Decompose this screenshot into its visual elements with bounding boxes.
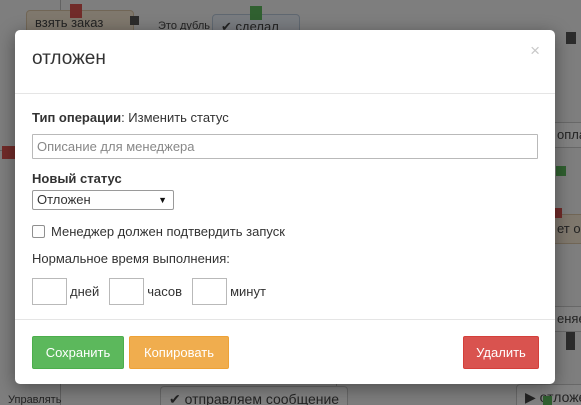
hours-unit-label: часов: [147, 284, 183, 299]
new-status-label: Новый статус: [32, 171, 122, 186]
operation-type-label: Тип операции: [32, 110, 122, 125]
close-icon[interactable]: ×: [530, 42, 540, 60]
operation-type-value: : Изменить статус: [121, 110, 229, 125]
modal-footer: Сохранить Копировать Удалить: [15, 319, 555, 384]
chevron-down-icon: ▼: [158, 195, 167, 205]
duration-row: дней часов минут: [32, 278, 276, 305]
manager-confirm-row[interactable]: Менеджер должен подтвердить запуск: [32, 224, 285, 239]
manager-confirm-label: Менеджер должен подтвердить запуск: [51, 224, 285, 239]
save-button[interactable]: Сохранить: [32, 336, 124, 369]
copy-button[interactable]: Копировать: [129, 336, 229, 369]
modal-body: Тип операции: Изменить статус Новый стат…: [15, 94, 555, 320]
minutes-unit-label: минут: [230, 284, 266, 299]
modal-header: отложен ×: [15, 30, 555, 94]
minutes-input[interactable]: [192, 278, 228, 305]
days-unit-label: дней: [70, 284, 100, 299]
manager-description-input[interactable]: [32, 134, 538, 159]
delete-button[interactable]: Удалить: [463, 336, 539, 369]
modal-title: отложен: [32, 48, 106, 69]
status-select[interactable]: Отложен ▼: [32, 190, 174, 210]
hours-input[interactable]: [109, 278, 145, 305]
status-selected-value: Отложен: [37, 192, 91, 207]
days-input[interactable]: [32, 278, 67, 305]
operation-type: Тип операции: Изменить статус: [32, 110, 229, 125]
normal-time-label: Нормальное время выполнения:: [32, 251, 230, 266]
manager-confirm-checkbox[interactable]: [32, 225, 45, 238]
operation-modal: отложен × Тип операции: Изменить статус …: [15, 30, 555, 384]
